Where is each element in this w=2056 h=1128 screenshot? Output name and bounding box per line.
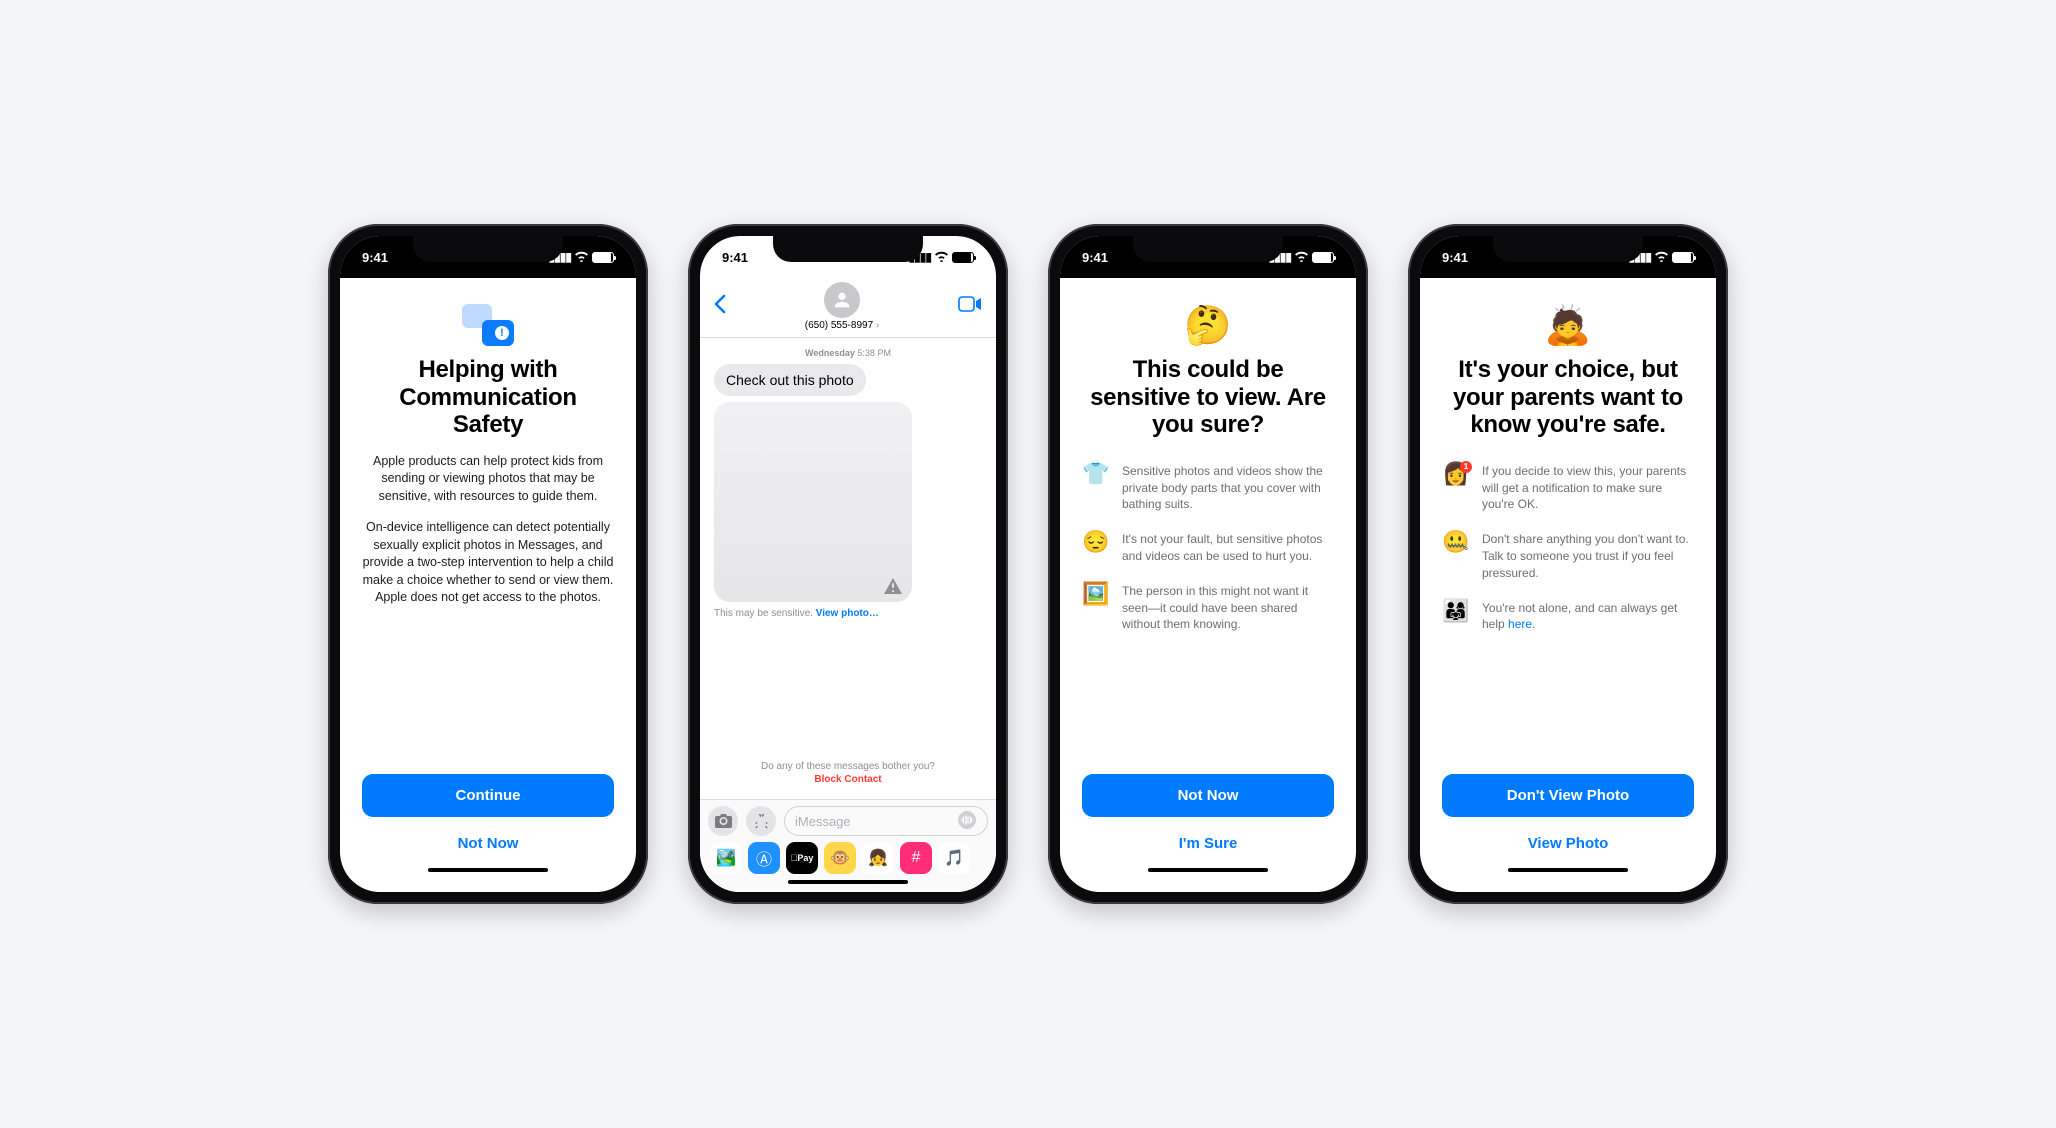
warning-icon bbox=[884, 578, 902, 594]
battery-icon bbox=[952, 252, 974, 263]
not-now-link[interactable]: Not Now bbox=[362, 823, 614, 864]
block-contact-link[interactable]: Block Contact bbox=[714, 774, 982, 785]
blurred-image-attachment[interactable] bbox=[714, 402, 912, 602]
parent-avatar-icon: 👩 1 bbox=[1442, 463, 1470, 485]
thinking-emoji-icon: 🤔 bbox=[1184, 304, 1231, 348]
status-time: 9:41 bbox=[1442, 250, 1468, 265]
appstore-app-icon[interactable]: Ⓐ bbox=[748, 842, 780, 874]
intro-paragraph-2: On-device intelligence can detect potent… bbox=[362, 519, 614, 607]
sad-icon: 😔 bbox=[1082, 531, 1110, 553]
help-link[interactable]: here. bbox=[1508, 617, 1535, 631]
battery-icon bbox=[592, 252, 614, 263]
iphone-frame: 9:41 ▮▮▮▮ bbox=[688, 224, 1008, 904]
notch bbox=[413, 236, 563, 262]
battery-icon bbox=[1312, 252, 1334, 263]
list-item: 🖼️ The person in this might not want it … bbox=[1082, 583, 1334, 633]
incoming-message[interactable]: Check out this photo bbox=[714, 364, 866, 396]
status-time: 9:41 bbox=[1082, 250, 1108, 265]
bullet-list: 👩 1 If you decide to view this, your par… bbox=[1442, 463, 1694, 651]
avatar-icon bbox=[824, 282, 860, 318]
bullet-list: 👕 Sensitive photos and videos show the p… bbox=[1082, 463, 1334, 651]
wifi-icon bbox=[1294, 250, 1309, 265]
message-timestamp: Wednesday 5:38 PM bbox=[714, 348, 982, 358]
iphone-frame: 9:41 ▮▮▮▮ ! Helping with Communication S… bbox=[328, 224, 648, 904]
message-input[interactable]: iMessage bbox=[784, 806, 988, 836]
clothing-icon: 👕 bbox=[1082, 463, 1110, 485]
list-item: 😔 It's not your fault, but sensitive pho… bbox=[1082, 531, 1334, 565]
im-sure-link[interactable]: I'm Sure bbox=[1082, 823, 1334, 864]
battery-icon bbox=[1672, 252, 1694, 263]
view-photo-link[interactable]: View photo… bbox=[816, 608, 879, 619]
iphone-frame: 9:41 ▮▮▮▮ 🙇 It's your choice, but your p… bbox=[1408, 224, 1728, 904]
wifi-icon bbox=[1654, 250, 1669, 265]
dictation-icon[interactable] bbox=[957, 810, 977, 833]
report-footer: Do any of these messages bother you? Blo… bbox=[714, 761, 982, 785]
facetime-button[interactable] bbox=[958, 295, 982, 318]
notch bbox=[773, 236, 923, 262]
continue-button[interactable]: Continue bbox=[362, 774, 614, 817]
picture-icon: 🖼️ bbox=[1082, 583, 1110, 605]
home-indicator[interactable] bbox=[788, 880, 908, 884]
applepay-app-icon[interactable]: Pay bbox=[786, 842, 818, 874]
status-time: 9:41 bbox=[722, 250, 748, 265]
memoji-app-icon[interactable]: 🐵 bbox=[824, 842, 856, 874]
iphone-frame: 9:41 ▮▮▮▮ 🤔 This could be sensitive to v… bbox=[1048, 224, 1368, 904]
page-title: This could be sensitive to view. Are you… bbox=[1082, 356, 1334, 439]
app-drawer[interactable]: 🏞️ Ⓐ Pay 🐵 👧 # 🎵 bbox=[708, 836, 988, 876]
bow-emoji-icon: 🙇 bbox=[1544, 304, 1591, 348]
contact-header[interactable]: (650) 555-8997 bbox=[805, 282, 880, 331]
notch bbox=[1133, 236, 1283, 262]
not-now-button[interactable]: Not Now bbox=[1082, 774, 1334, 817]
photos-app-icon[interactable]: 🏞️ bbox=[710, 842, 742, 874]
family-icon: 👨‍👩‍👧 bbox=[1442, 600, 1470, 622]
sensitive-caption: This may be sensitive. View photo… bbox=[714, 608, 982, 619]
music-app-icon[interactable]: 🎵 bbox=[938, 842, 970, 874]
view-photo-link[interactable]: View Photo bbox=[1442, 823, 1694, 864]
dont-view-button[interactable]: Don't View Photo bbox=[1442, 774, 1694, 817]
intro-paragraph-1: Apple products can help protect kids fro… bbox=[362, 453, 614, 506]
hashtag-app-icon[interactable]: # bbox=[900, 842, 932, 874]
compose-bar: iMessage 🏞️ Ⓐ Pay 🐵 👧 # 🎵 bbox=[700, 799, 996, 892]
notch bbox=[1493, 236, 1643, 262]
status-time: 9:41 bbox=[362, 250, 388, 265]
contact-phone-number: (650) 555-8997 bbox=[805, 320, 880, 331]
appstore-button[interactable] bbox=[746, 806, 776, 836]
shush-icon: 🤐 bbox=[1442, 531, 1470, 553]
wifi-icon bbox=[934, 250, 949, 265]
home-indicator[interactable] bbox=[1508, 868, 1628, 872]
communication-safety-icon: ! bbox=[462, 304, 514, 346]
camera-button[interactable] bbox=[708, 806, 738, 836]
page-title: Helping with Communication Safety bbox=[362, 356, 614, 439]
list-item: 👕 Sensitive photos and videos show the p… bbox=[1082, 463, 1334, 513]
list-item: 👨‍👩‍👧 You're not alone, and can always g… bbox=[1442, 600, 1694, 634]
page-title: It's your choice, but your parents want … bbox=[1442, 356, 1694, 439]
home-indicator[interactable] bbox=[428, 868, 548, 872]
home-indicator[interactable] bbox=[1148, 868, 1268, 872]
wifi-icon bbox=[574, 250, 589, 265]
list-item: 🤐 Don't share anything you don't want to… bbox=[1442, 531, 1694, 581]
stickers-app-icon[interactable]: 👧 bbox=[862, 842, 894, 874]
list-item: 👩 1 If you decide to view this, your par… bbox=[1442, 463, 1694, 513]
back-button[interactable] bbox=[714, 294, 726, 320]
